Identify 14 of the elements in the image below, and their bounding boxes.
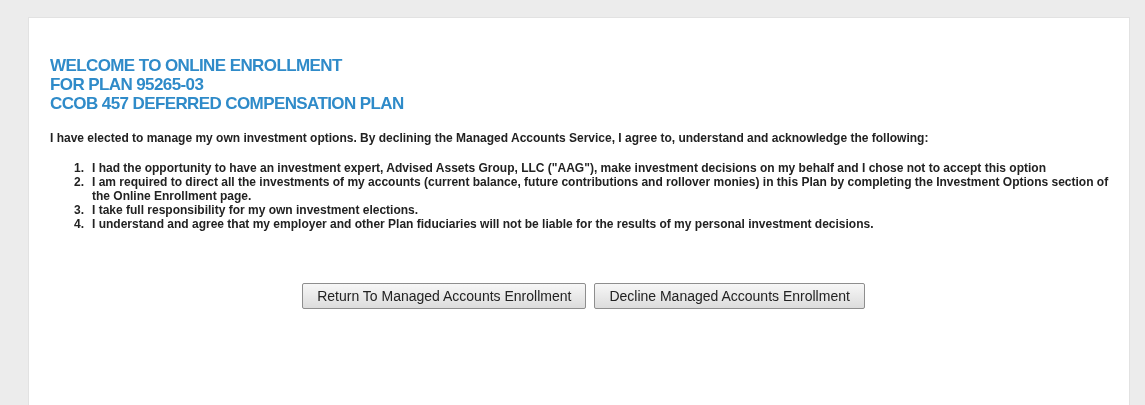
list-number: 3. xyxy=(74,203,85,217)
list-item-text: I am required to direct all the investments of my accounts (current balance, future contributions and rollover monies) in this Plan by completing the Investment Options section of the Online Enrollment page. xyxy=(92,175,1110,203)
page-heading: WELCOME TO ONLINE ENROLLMENT xyxy=(50,56,342,75)
list-number: 2. xyxy=(74,175,85,191)
list-item-text: I had the opportunity to have an investment expert, Advised Assets Group, LLC ("AAG"), make investment decisions on my behalf and I chose not to accept this option xyxy=(92,161,1047,175)
action-button[interactable]: Return To Managed Accounts Enrollment xyxy=(302,283,587,309)
list-number: 1. xyxy=(74,161,85,175)
intro-paragraph: I have elected to manage my own investment options. By declining the Managed Accounts Service, I agree to, understand and acknowledge the following: xyxy=(50,131,930,145)
page-heading: FOR PLAN 95265-03 xyxy=(50,75,204,94)
page-heading: CCOB 457 DEFERRED COMPENSATION PLAN xyxy=(50,94,404,113)
action-button[interactable]: Decline Managed Accounts Enrollment xyxy=(594,283,865,309)
list-item-text: I understand and agree that my employer and other Plan fiduciaries will not be liable for the results of my personal investment decisions. xyxy=(92,217,875,231)
list-item-text: I take full responsibility for my own investment elections. xyxy=(92,203,420,217)
list-number: 4. xyxy=(74,217,85,231)
